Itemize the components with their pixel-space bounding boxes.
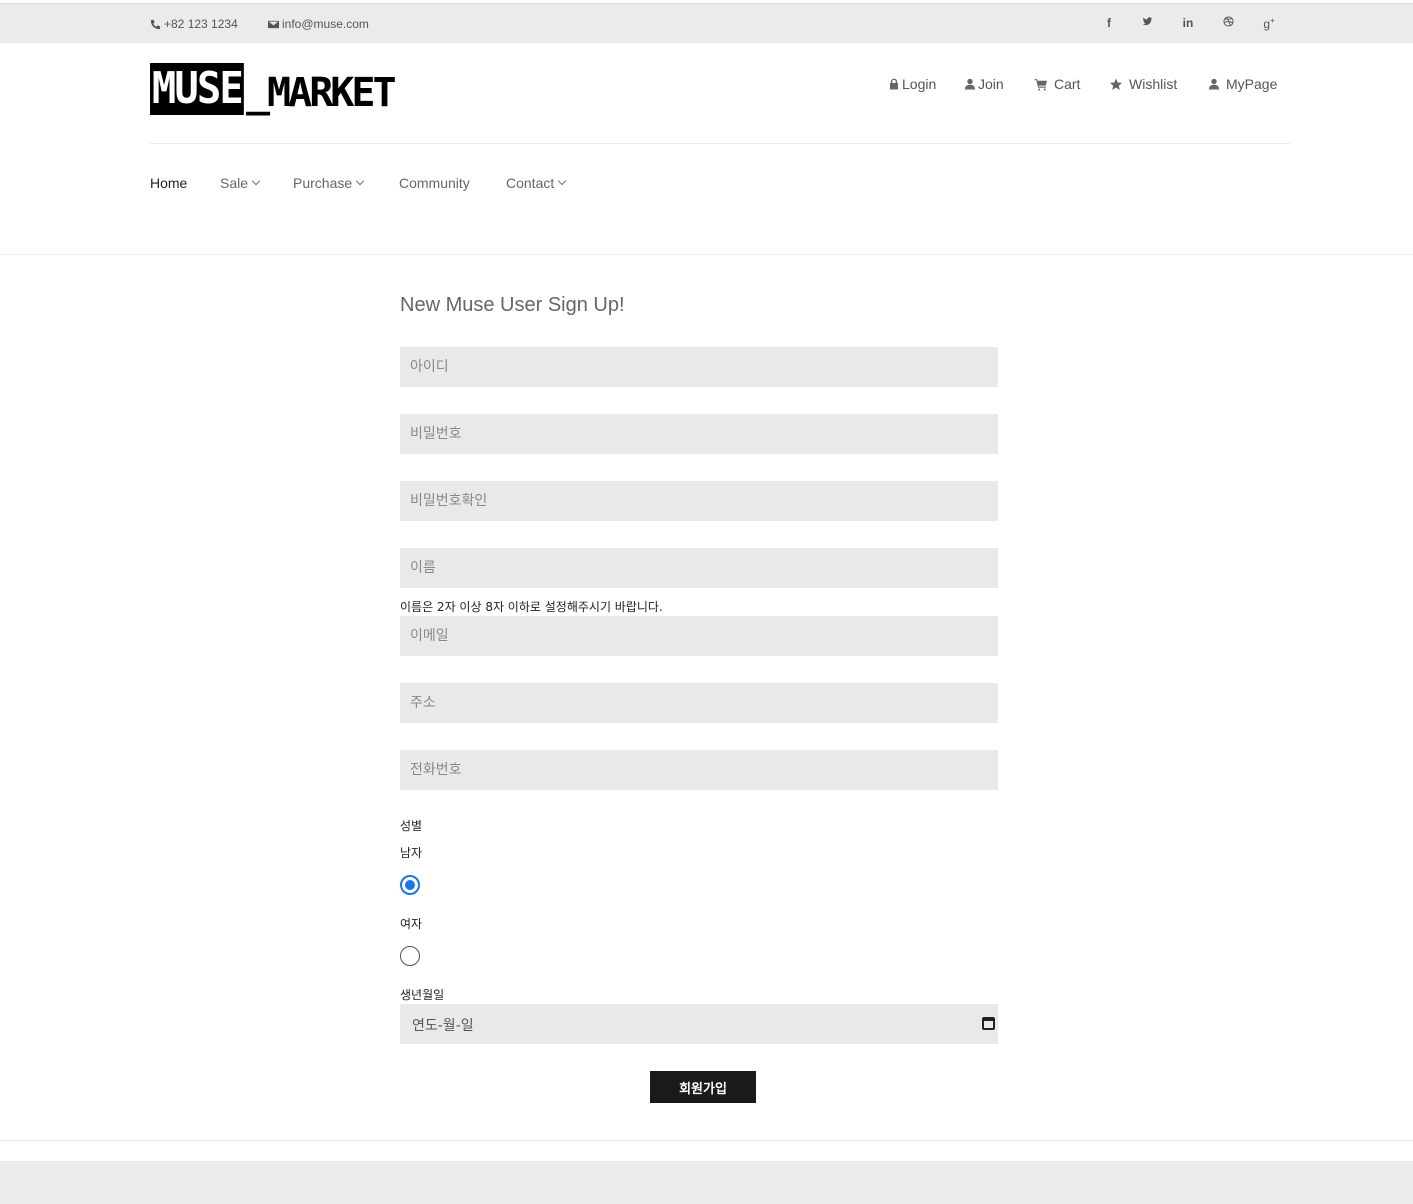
lock-icon <box>890 78 898 90</box>
nav-contact[interactable]: Contact <box>506 175 567 191</box>
site-logo[interactable]: MUSE _MARKET <box>150 63 397 116</box>
phone-contact: +82 123 1234 <box>150 17 238 31</box>
female-radio[interactable] <box>400 946 420 966</box>
nav-home[interactable]: Home <box>150 175 187 191</box>
nav-purchase-label: Purchase <box>293 175 353 191</box>
nav-contact-label: Contact <box>506 175 555 191</box>
logo-market: _MARKET <box>245 70 397 116</box>
logo-muse: MUSE <box>150 63 244 115</box>
join-link[interactable]: Join <box>964 76 1004 92</box>
top-bar: +82 123 1234 info@muse.com f in g+ <box>0 3 1413 43</box>
star-icon <box>1109 78 1123 90</box>
footer-divider <box>0 1140 1413 1141</box>
email-contact[interactable]: info@muse.com <box>268 17 369 31</box>
phone-input[interactable] <box>400 750 998 790</box>
wishlist-link[interactable]: Wishlist <box>1109 76 1177 92</box>
chevron-down-icon <box>558 176 567 186</box>
header-divider <box>150 143 1290 144</box>
female-label: 여자 <box>400 917 423 931</box>
login-label: Login <box>902 76 937 92</box>
name-input[interactable] <box>400 548 998 588</box>
user-icon <box>1209 78 1219 90</box>
birthdate-placeholder: 연도-월-일 <box>412 1018 474 1034</box>
email-text: info@muse.com <box>282 17 369 31</box>
chevron-down-icon <box>355 176 365 186</box>
mypage-link[interactable]: MyPage <box>1208 76 1277 92</box>
chevron-down-icon <box>251 176 261 186</box>
phone-icon <box>150 19 161 29</box>
birth-label: 생년월일 <box>400 988 445 1002</box>
cart-label: Cart <box>1054 76 1081 92</box>
nav-community-label: Community <box>399 175 470 191</box>
address-input[interactable] <box>400 683 998 723</box>
cart-link[interactable]: Cart <box>1034 76 1080 92</box>
nav-sale[interactable]: Sale <box>220 175 261 191</box>
email-input[interactable] <box>400 616 998 656</box>
nav-divider <box>0 254 1413 255</box>
footer <box>0 1161 1413 1204</box>
male-radio[interactable] <box>400 875 420 895</box>
nav-purchase[interactable]: Purchase <box>293 175 365 191</box>
wishlist-label: Wishlist <box>1129 76 1178 92</box>
birthdate-input[interactable]: 연도-월-일 <box>400 1004 998 1044</box>
facebook-icon[interactable]: f <box>1099 16 1119 30</box>
twitter-icon[interactable] <box>1137 16 1157 30</box>
gender-label: 성별 <box>400 819 423 833</box>
envelope-icon <box>268 20 279 28</box>
nav-home-label: Home <box>150 175 188 191</box>
name-hint: 이름은 2자 이상 8자 이하로 설정해주시기 바랍니다. <box>400 600 663 614</box>
nav-sale-label: Sale <box>220 175 249 191</box>
user-icon <box>965 78 975 90</box>
password-confirm-input[interactable] <box>400 481 998 521</box>
join-label: Join <box>978 76 1004 92</box>
calendar-icon[interactable] <box>982 1017 995 1030</box>
login-link[interactable]: Login <box>888 76 936 92</box>
linkedin-icon[interactable]: in <box>1178 16 1198 30</box>
mypage-label: MyPage <box>1226 76 1278 92</box>
page-title: New Muse User Sign Up! <box>400 294 625 316</box>
password-input[interactable] <box>400 414 998 454</box>
signup-button[interactable]: 회원가입 <box>650 1071 756 1103</box>
google-plus-icon[interactable]: g+ <box>1259 16 1279 31</box>
dribbble-icon[interactable] <box>1218 16 1238 30</box>
id-input[interactable] <box>400 347 998 387</box>
phone-text: +82 123 1234 <box>164 17 238 31</box>
cart-icon <box>1034 78 1047 90</box>
nav-community[interactable]: Community <box>399 175 470 191</box>
male-label: 남자 <box>400 846 423 860</box>
